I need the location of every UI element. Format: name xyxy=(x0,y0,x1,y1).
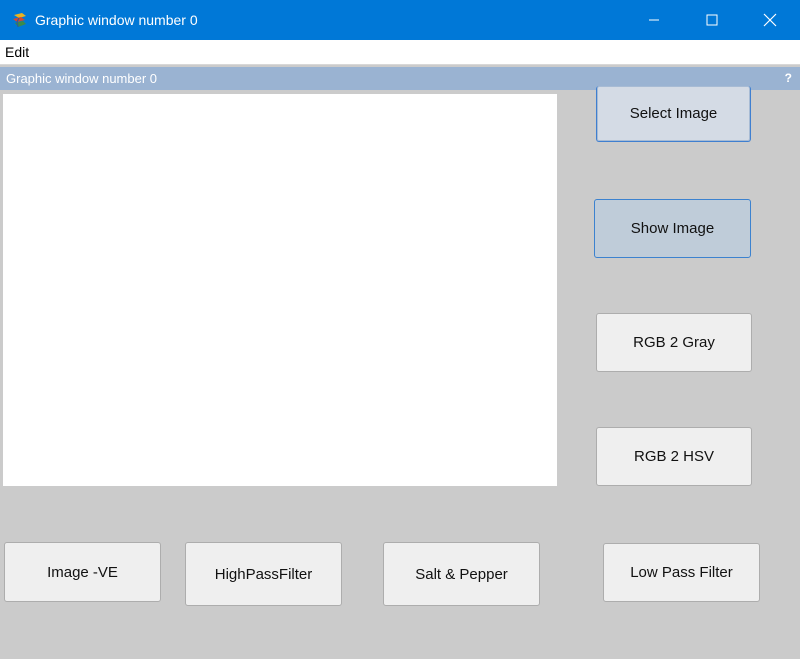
minimize-button[interactable] xyxy=(625,0,683,40)
close-button[interactable] xyxy=(741,0,799,40)
menu-item-edit[interactable]: Edit xyxy=(5,44,29,60)
low-pass-filter-button[interactable]: Low Pass Filter xyxy=(603,543,760,602)
maximize-button[interactable] xyxy=(683,0,741,40)
maximize-icon xyxy=(706,14,718,26)
show-image-button[interactable]: Show Image xyxy=(594,199,751,258)
rgb2gray-button[interactable]: RGB 2 Gray xyxy=(596,313,752,372)
scilab-app-icon xyxy=(11,11,29,29)
help-icon[interactable]: ? xyxy=(785,71,792,85)
menu-bar: Edit xyxy=(0,40,800,65)
title-bar: Graphic window number 0 xyxy=(0,0,800,40)
app-window: Graphic window number 0 Edit Graphic win… xyxy=(0,0,800,659)
window-title: Graphic window number 0 xyxy=(35,12,198,28)
close-icon xyxy=(763,13,777,27)
rgb2hsv-button[interactable]: RGB 2 HSV xyxy=(596,427,752,486)
salt-pepper-button[interactable]: Salt & Pepper xyxy=(383,542,540,606)
select-image-button[interactable]: Select Image xyxy=(596,86,751,142)
high-pass-filter-button[interactable]: HighPassFilter xyxy=(185,542,342,606)
image-axes-canvas xyxy=(3,94,557,486)
dock-title: Graphic window number 0 xyxy=(6,71,158,86)
minimize-icon xyxy=(648,14,660,26)
image-negative-button[interactable]: Image -VE xyxy=(4,542,161,602)
